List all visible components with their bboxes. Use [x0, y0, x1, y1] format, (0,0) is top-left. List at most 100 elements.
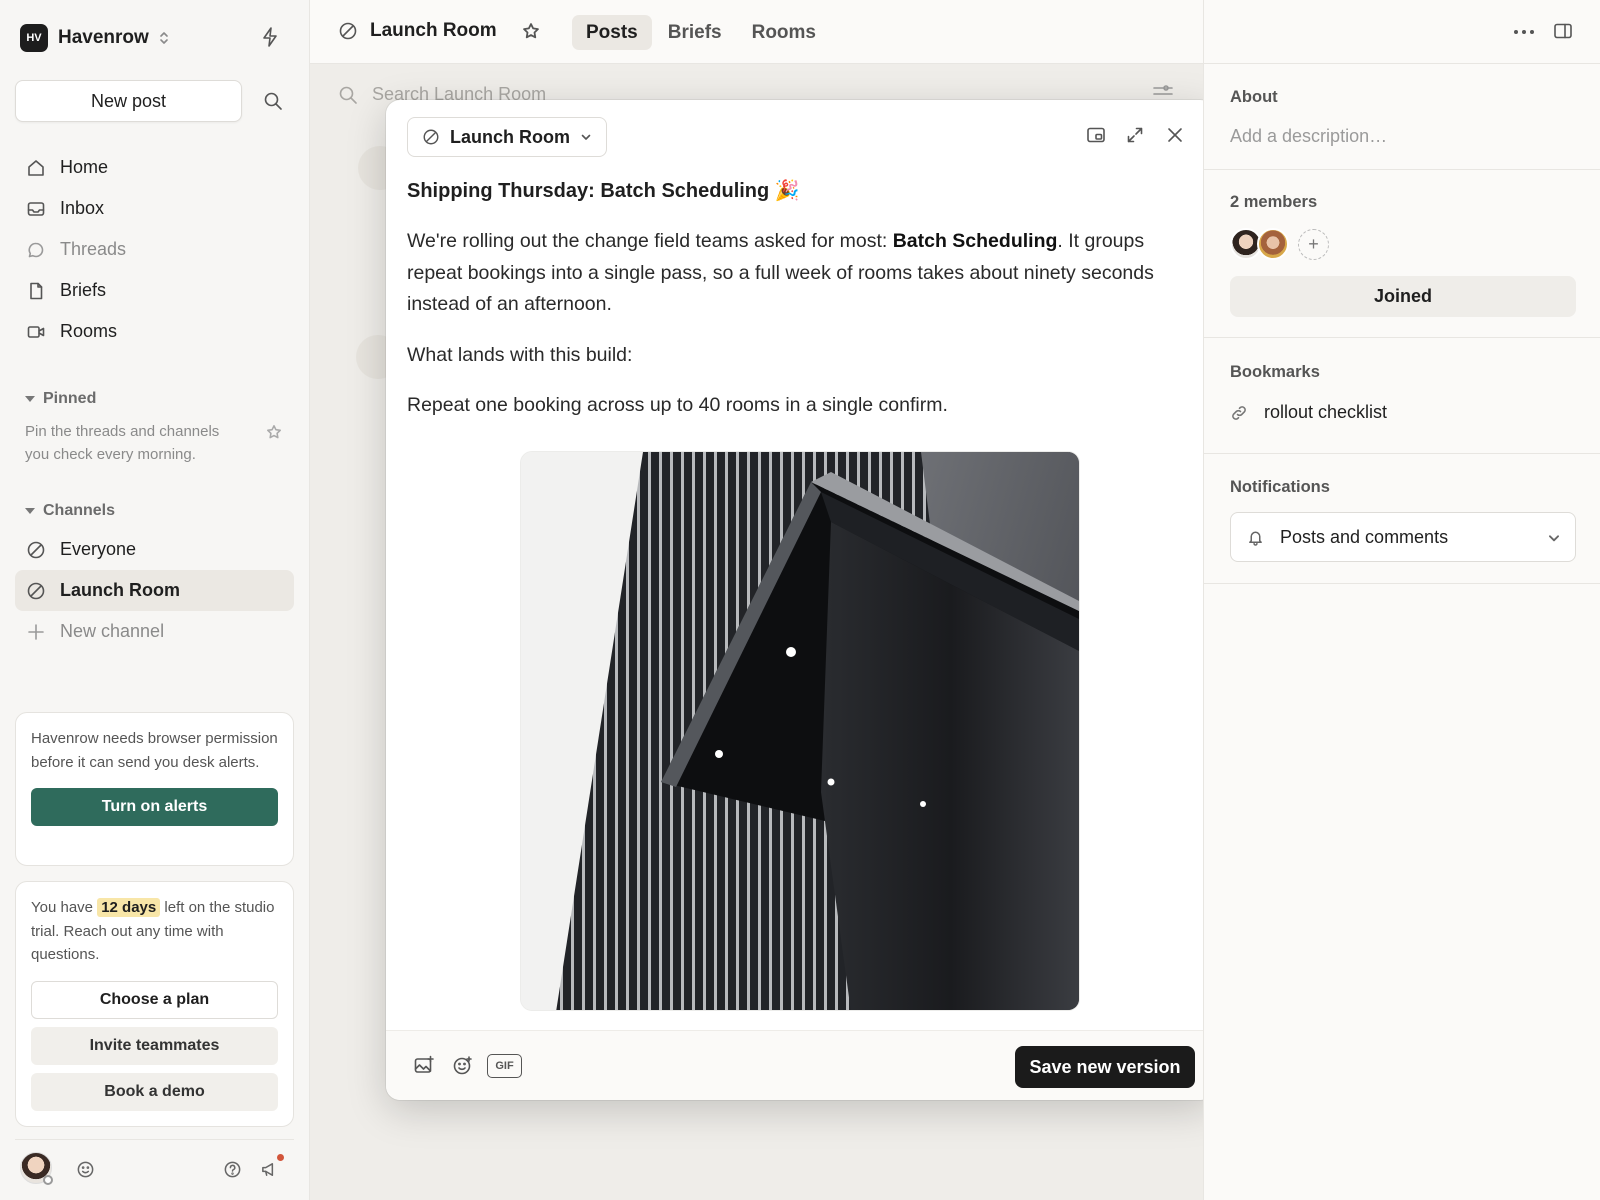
sidebar-toggle-icon[interactable] — [1553, 22, 1573, 40]
emoji-picker-icon[interactable] — [452, 1055, 474, 1077]
invite-teammates-button[interactable]: Invite teammates — [31, 1026, 278, 1065]
picture-in-picture-icon[interactable] — [1086, 126, 1106, 144]
paragraph-text: We're rolling out the change field teams… — [407, 230, 893, 252]
search-icon[interactable] — [263, 91, 283, 111]
about-label: About — [1230, 88, 1278, 106]
book-demo-button[interactable]: Book a demo — [31, 1072, 278, 1111]
channel-slash-icon — [338, 21, 358, 41]
channel-picker[interactable]: Launch Room — [407, 117, 607, 157]
channel-title-text: Launch Room — [370, 20, 497, 41]
channel-slash-icon — [26, 540, 46, 560]
pinned-section-title: Pinned — [43, 390, 97, 407]
tab-posts[interactable]: Posts — [572, 15, 652, 50]
add-image-icon[interactable] — [413, 1055, 435, 1077]
channel-slash-icon — [26, 581, 46, 601]
filter-icon[interactable] — [1153, 84, 1173, 98]
post-composer-dialog: Launch Room Shipping Thursday: Batch Sch… — [386, 100, 1214, 1100]
nav-item-label: Threads — [60, 239, 127, 259]
channel-item-everyone[interactable]: Everyone — [15, 529, 294, 570]
document-icon — [26, 281, 46, 301]
favorite-star-icon[interactable] — [522, 22, 540, 40]
status-indicator — [43, 1175, 53, 1185]
tab-briefs[interactable]: Briefs — [654, 15, 736, 50]
nav-item-inbox[interactable]: Inbox — [15, 188, 294, 229]
plus-icon — [26, 622, 46, 642]
save-new-version-button[interactable]: Save new version — [1015, 1046, 1195, 1088]
trial-days-badge: 12 days — [97, 898, 161, 917]
notifications-label: Notifications — [1230, 478, 1330, 496]
emoji-status-icon[interactable] — [76, 1160, 95, 1179]
bold-text: Batch Scheduling — [892, 230, 1058, 252]
notification-dot — [277, 1154, 284, 1161]
post-paragraph: Repeat one booking across up to 40 rooms… — [407, 394, 948, 416]
workspace-switcher[interactable]: HV Havenrow — [20, 24, 169, 52]
channel-label: Launch Room — [60, 580, 180, 600]
post-body-editor[interactable]: We're rolling out the change field teams… — [407, 226, 1187, 441]
nav-item-home[interactable]: Home — [15, 147, 294, 188]
nav-item-rooms[interactable]: Rooms — [15, 311, 294, 352]
nav-item-briefs[interactable]: Briefs — [15, 270, 294, 311]
home-icon — [26, 158, 46, 178]
notifications-select[interactable]: Posts and comments — [1230, 512, 1576, 562]
caret-down-icon — [25, 396, 35, 402]
new-post-button[interactable]: New post — [15, 80, 242, 122]
threads-icon — [26, 240, 46, 260]
add-member-button[interactable]: + — [1298, 229, 1329, 260]
inbox-icon — [26, 199, 46, 219]
sidebar: HV Havenrow New post Home Inbox Threads … — [0, 0, 310, 1200]
alerts-card-text: Havenrow needs browser permission before… — [31, 730, 278, 771]
more-options-icon[interactable] — [1514, 30, 1534, 34]
member-avatar[interactable] — [1257, 228, 1289, 260]
joined-button[interactable]: Joined — [1230, 276, 1576, 317]
new-channel-button[interactable]: New channel — [15, 611, 294, 652]
about-section — [1204, 64, 1600, 170]
channel-picker-label: Launch Room — [450, 126, 570, 147]
channels-section-toggle[interactable]: Channels — [25, 502, 115, 520]
chevron-down-icon — [580, 131, 592, 143]
bookmarks-section — [1204, 338, 1600, 454]
pinned-hint: Pin the threads and channels you check e… — [25, 423, 220, 463]
new-channel-label: New channel — [60, 621, 165, 641]
attached-image[interactable] — [520, 451, 1080, 1011]
description-field[interactable]: Add a description… — [1230, 126, 1387, 147]
nav-item-label: Rooms — [60, 321, 118, 341]
post-paragraph: What lands with this build: — [407, 343, 633, 366]
bolt-icon[interactable] — [260, 26, 280, 48]
expand-icon[interactable] — [1126, 126, 1144, 144]
channel-title[interactable]: Launch Room — [338, 20, 497, 42]
nav-item-label: Briefs — [60, 280, 107, 300]
chevron-up-down-icon — [159, 31, 169, 45]
bookmarks-label: Bookmarks — [1230, 363, 1320, 381]
gif-button[interactable]: GIF — [487, 1054, 522, 1078]
channel-item-launch-room[interactable]: Launch Room — [15, 570, 294, 611]
channel-slash-icon — [422, 128, 440, 146]
announcement-icon[interactable] — [260, 1160, 279, 1179]
choose-plan-button[interactable]: Choose a plan — [31, 980, 278, 1019]
channel-list: Everyone Launch Room New channel — [15, 529, 294, 652]
help-icon[interactable] — [223, 1160, 242, 1179]
members-label: 2 members — [1230, 193, 1318, 211]
tab-rooms[interactable]: Rooms — [738, 15, 830, 50]
workspace-logo: HV — [20, 24, 48, 52]
workspace-name: Havenrow — [58, 27, 149, 48]
search-icon — [338, 85, 358, 105]
alerts-card: Havenrow needs browser permission before… — [15, 712, 294, 866]
turn-on-alerts-button[interactable]: Turn on alerts — [31, 788, 278, 826]
channels-section-title: Channels — [43, 502, 116, 519]
video-icon — [26, 322, 46, 342]
star-icon — [266, 424, 282, 440]
bookmark-label: rollout checklist — [1264, 402, 1388, 422]
panel-header — [1204, 0, 1600, 64]
nav-item-label: Home — [60, 157, 109, 177]
link-icon — [1230, 404, 1248, 422]
post-title[interactable]: Shipping Thursday: Batch Scheduling 🎉 — [407, 178, 800, 203]
pinned-section-toggle[interactable]: Pinned — [25, 390, 96, 408]
channel-details-panel: About Add a description… 2 members + Joi… — [1203, 0, 1600, 1200]
caret-down-icon — [25, 508, 35, 514]
bookmark-item[interactable]: rollout checklist — [1230, 402, 1387, 423]
trial-card: You have 12 days left on the studio tria… — [15, 881, 294, 1127]
chevron-down-icon — [1547, 531, 1561, 545]
close-icon[interactable] — [1166, 126, 1184, 144]
nav-item-threads[interactable]: Threads — [15, 229, 294, 270]
trial-card-text: You have 12 days left on the studio tria… — [16, 882, 293, 967]
